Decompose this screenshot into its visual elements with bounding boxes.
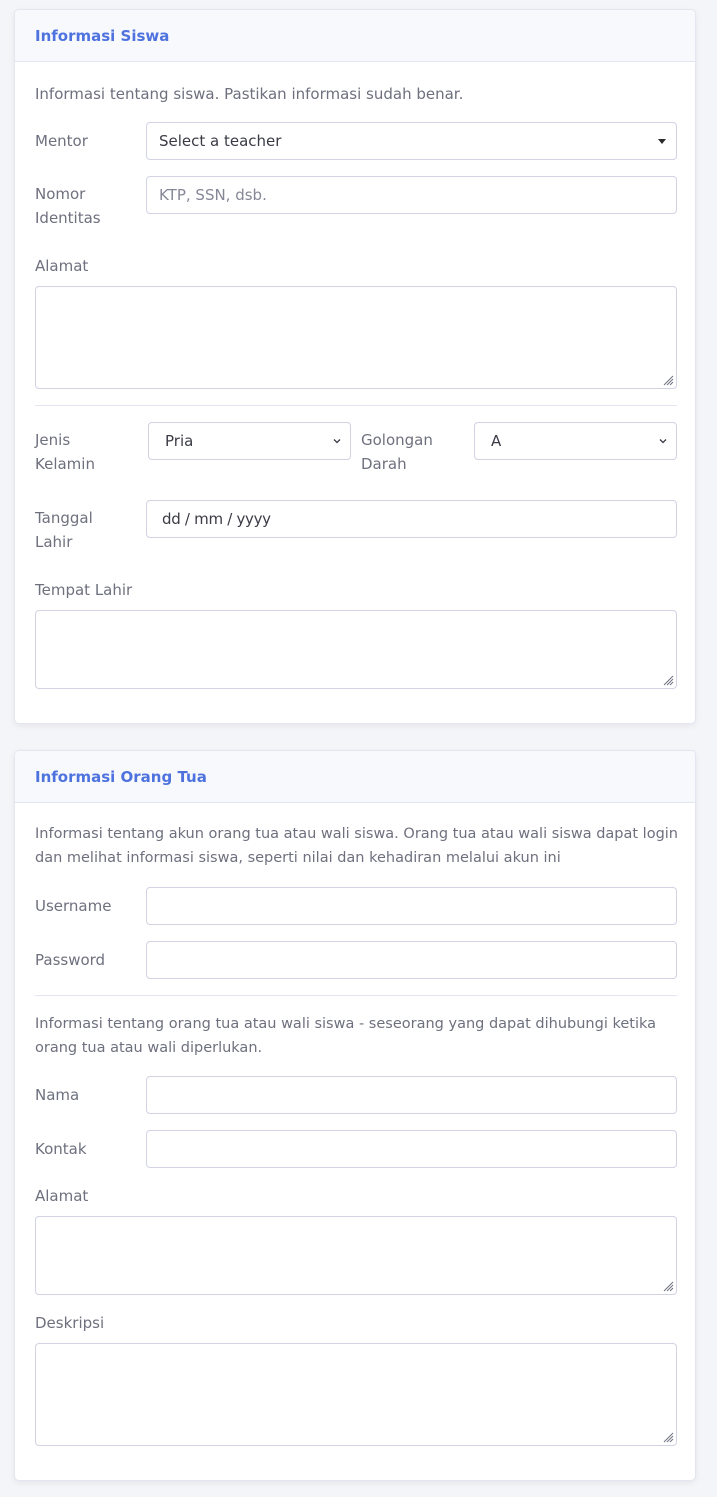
divider-siswa	[35, 405, 677, 406]
tanggal-lahir-label-line1: Tanggal	[35, 509, 93, 527]
help-text-akun-line1: Informasi tentang akun orang tua atau wa…	[35, 826, 678, 842]
resize-handle-icon[interactable]	[662, 374, 674, 386]
tanggal-lahir-label-line2: Lahir	[35, 533, 73, 551]
mentor-label: Mentor	[35, 132, 88, 150]
caret-down-icon	[658, 139, 666, 144]
help-text-siswa: Informasi tentang siswa. Pastikan inform…	[35, 85, 464, 103]
nomor-identitas-input[interactable]: KTP, SSN, dsb.	[146, 176, 677, 214]
help-text-akun-line2: dan melihat informasi siswa, seperti nil…	[35, 850, 561, 866]
jenis-kelamin-select[interactable]: Pria	[148, 422, 351, 460]
chevron-down-icon	[659, 439, 667, 444]
resize-handle-icon[interactable]	[662, 1280, 674, 1292]
tanggal-lahir-input[interactable]: dd / mm / yyyy	[146, 500, 677, 538]
card-informasi-siswa: Informasi Siswa Informasi tentang siswa.…	[14, 9, 696, 724]
card-header-siswa: Informasi Siswa	[15, 10, 695, 62]
help-text-kontak-orang-tua: Informasi tentang orang tua atau wali si…	[35, 1012, 680, 1060]
card-title-siswa: Informasi Siswa	[35, 26, 170, 45]
card-title-orang-tua: Informasi Orang Tua	[35, 767, 207, 786]
deskripsi-label: Deskripsi	[35, 1314, 105, 1332]
help-text-kontak-line2: orang tua atau wali diperlukan.	[35, 1040, 263, 1056]
golongan-darah-label-line1: Golongan	[361, 431, 433, 449]
nomor-identitas-label-line1: Nomor	[35, 185, 86, 203]
tempat-lahir-textarea[interactable]	[35, 610, 677, 689]
password-input[interactable]	[146, 941, 677, 979]
username-input[interactable]	[146, 887, 677, 925]
mentor-select-value: Select a teacher	[159, 132, 282, 150]
alamat-siswa-textarea[interactable]	[35, 286, 677, 389]
tanggal-lahir-label: Tanggal Lahir	[35, 506, 93, 554]
nama-label: Nama	[35, 1086, 80, 1104]
deskripsi-textarea[interactable]	[35, 1343, 677, 1446]
help-text-akun-orang-tua: Informasi tentang akun orang tua atau wa…	[35, 822, 680, 870]
alamat-orang-tua-textarea[interactable]	[35, 1216, 677, 1295]
kontak-label: Kontak	[35, 1140, 87, 1158]
golongan-darah-value: A	[491, 432, 502, 450]
help-text-kontak-line1: Informasi tentang orang tua atau wali si…	[35, 1016, 657, 1032]
username-label: Username	[35, 897, 112, 915]
jenis-kelamin-label-line2: Kelamin	[35, 455, 95, 473]
resize-handle-icon[interactable]	[662, 1431, 674, 1443]
golongan-darah-label-line2: Darah	[361, 455, 407, 473]
kontak-input[interactable]	[146, 1130, 677, 1168]
mentor-select[interactable]: Select a teacher	[146, 122, 677, 160]
golongan-darah-select[interactable]: A	[474, 422, 677, 460]
nama-input[interactable]	[146, 1076, 677, 1114]
jenis-kelamin-label: Jenis Kelamin	[35, 428, 95, 476]
nomor-identitas-label: Nomor Identitas	[35, 182, 101, 230]
jenis-kelamin-label-line1: Jenis	[35, 431, 71, 449]
tempat-lahir-label: Tempat Lahir	[35, 581, 133, 599]
tanggal-lahir-value: dd / mm / yyyy	[162, 510, 271, 528]
nomor-identitas-label-line2: Identitas	[35, 209, 101, 227]
password-label: Password	[35, 951, 106, 969]
card-header-orang-tua: Informasi Orang Tua	[15, 751, 695, 803]
alamat-orang-tua-label: Alamat	[35, 1187, 89, 1205]
nomor-identitas-placeholder: KTP, SSN, dsb.	[159, 186, 267, 204]
jenis-kelamin-value: Pria	[165, 432, 194, 450]
divider-orang-tua	[35, 995, 677, 996]
golongan-darah-label: Golongan Darah	[361, 428, 433, 476]
alamat-siswa-label: Alamat	[35, 257, 89, 275]
chevron-down-icon	[333, 439, 341, 444]
card-informasi-orang-tua: Informasi Orang Tua Informasi tentang ak…	[14, 750, 696, 1481]
resize-handle-icon[interactable]	[662, 674, 674, 686]
